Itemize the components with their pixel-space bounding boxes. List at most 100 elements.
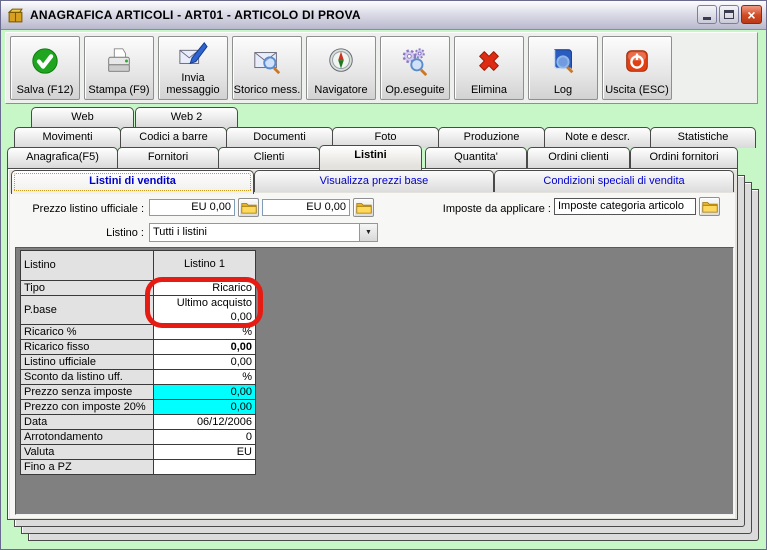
row-value-highlighted[interactable]: 0,00 (154, 400, 255, 414)
tab-codici-a-barre[interactable]: Codici a barre (120, 127, 227, 148)
tab-statistiche[interactable]: Statistiche (650, 127, 756, 148)
tab-anagrafica[interactable]: Anagrafica(F5) (7, 147, 118, 168)
table-row-tipo[interactable]: Tipo Ricarico (21, 280, 255, 295)
table-row-pbase[interactable]: P.base Ultimo acquisto 0,00 (21, 295, 255, 324)
tab-produzione[interactable]: Produzione (438, 127, 545, 148)
row-value[interactable]: 0 (154, 430, 255, 444)
exit-button-label: Uscita (ESC) (605, 84, 669, 96)
tab-quantita[interactable]: Quantita' (425, 147, 527, 168)
imposte-label: Imposte da applicare : (442, 203, 551, 215)
table-row-prezzo-senza-imposte[interactable]: Prezzo senza imposte 0,00 (21, 384, 255, 399)
compass-icon (326, 37, 356, 84)
print-button[interactable]: Stampa (F9) (84, 36, 154, 100)
subtab-listini-di-vendita[interactable]: Listini di vendita (11, 170, 254, 194)
row-value[interactable]: 0,00 (154, 355, 255, 369)
exit-button[interactable]: Uscita (ESC) (602, 36, 672, 100)
book-search-icon (548, 37, 578, 84)
tab-note-e-descr[interactable]: Note e descr. (544, 127, 651, 148)
chevron-down-icon[interactable]: ▼ (359, 224, 377, 241)
save-button-label: Salva (F12) (16, 84, 74, 96)
prezzo-folder-button-2[interactable] (353, 198, 374, 217)
navigator-button-label: Navigatore (314, 84, 368, 96)
table-header-row: Listino Listino 1 (21, 251, 255, 280)
row-value[interactable]: EU (154, 445, 255, 459)
row-value[interactable]: Ricarico (154, 281, 255, 295)
tab-clienti[interactable]: Clienti (218, 147, 320, 168)
maximize-icon (724, 10, 734, 19)
tab-ordini-fornitori[interactable]: Ordini fornitori (630, 147, 738, 168)
row-value[interactable]: % (154, 325, 255, 339)
save-check-icon (30, 37, 60, 84)
toolbar: Salva (F12) Stampa (F9) Invia messaggio … (5, 32, 758, 104)
row-label: Data (21, 415, 154, 429)
minimize-icon (703, 17, 711, 20)
row-value-highlighted[interactable]: 0,00 (154, 385, 255, 399)
gears-search-icon (400, 37, 430, 84)
print-button-label: Stampa (F9) (88, 84, 150, 96)
table-row-valuta[interactable]: Valuta EU (21, 444, 255, 459)
listino-label: Listino : (106, 227, 144, 239)
row-label: Arrotondamento (21, 430, 154, 444)
prezzo-listino-label: Prezzo listino ufficiale : (32, 203, 144, 215)
row-value[interactable]: 0,00 (154, 340, 255, 354)
tab-ordini-clienti[interactable]: Ordini clienti (527, 147, 630, 168)
message-search-icon (252, 37, 282, 84)
imposte-input[interactable]: Imposte categoria articolo (554, 198, 696, 215)
log-button[interactable]: Log (528, 36, 598, 100)
tab-web-2[interactable]: Web 2 (135, 107, 238, 128)
tab-movimenti[interactable]: Movimenti (14, 127, 121, 148)
tab-fornitori[interactable]: Fornitori (117, 147, 219, 168)
imposte-folder-button[interactable] (699, 197, 720, 216)
title-bar[interactable]: ANAGRAFICA ARTICOLI - ART01 - ARTICOLO D… (1, 1, 766, 30)
column-header-cell: Listino 1 (154, 251, 255, 280)
message-history-button[interactable]: Storico mess. (232, 36, 302, 100)
listino-dropdown[interactable]: Tutti i listini ▼ (149, 223, 378, 242)
table-row-arrotondamento[interactable]: Arrotondamento 0 (21, 429, 255, 444)
navigator-button[interactable]: Navigatore (306, 36, 376, 100)
row-label: Prezzo senza imposte (21, 385, 154, 399)
row-label: Tipo (21, 281, 154, 295)
prezzo-folder-button-1[interactable] (238, 198, 259, 217)
prezzo-listino-input-2[interactable]: EU 0,00 (262, 199, 350, 216)
send-message-button[interactable]: Invia messaggio (158, 36, 228, 100)
delete-button[interactable]: Elimina (454, 36, 524, 100)
message-history-button-label: Storico mess. (233, 84, 301, 96)
minimize-button[interactable] (697, 5, 717, 24)
subtab-condizioni-speciali[interactable]: Condizioni speciali di vendita (494, 170, 734, 192)
tab-web[interactable]: Web (31, 107, 134, 128)
table-row-fino-a-pz[interactable]: Fino a PZ (21, 459, 255, 474)
row-label: Sconto da listino uff. (21, 370, 154, 384)
save-button[interactable]: Salva (F12) (10, 36, 80, 100)
row-value[interactable]: % (154, 370, 255, 384)
tab-documenti[interactable]: Documenti (226, 127, 333, 148)
close-button[interactable]: × (741, 5, 762, 24)
operations-button[interactable]: Op.eseguite (380, 36, 450, 100)
gold-package-icon (7, 8, 23, 22)
window-title: ANAGRAFICA ARTICOLI - ART01 - ARTICOLO D… (30, 8, 361, 22)
row-value[interactable]: 06/12/2006 (154, 415, 255, 429)
row-value[interactable] (154, 460, 255, 474)
table-row-listino-ufficiale[interactable]: Listino ufficiale 0,00 (21, 354, 255, 369)
row-label: Ricarico fisso (21, 340, 154, 354)
table-row-ricarico-pct[interactable]: Ricarico % % (21, 324, 255, 339)
send-message-button-label: Invia messaggio (166, 72, 220, 96)
tab-listini-selected[interactable]: Listini (319, 145, 422, 171)
subtab-visualizza-prezzi-base[interactable]: Visualizza prezzi base (254, 170, 494, 192)
printer-icon (104, 37, 134, 84)
table-row-prezzo-con-imposte[interactable]: Prezzo con imposte 20% 0,00 (21, 399, 255, 414)
row-label: Ricarico % (21, 325, 154, 339)
prezzo-listino-input-1[interactable]: EU 0,00 (149, 199, 235, 216)
pbase-value-line1: Ultimo acquisto (176, 297, 252, 309)
listini-table[interactable]: Listino Listino 1 Tipo Ricarico P.base U… (20, 250, 256, 475)
send-message-icon (178, 37, 208, 72)
red-x-icon (474, 37, 504, 84)
power-icon (622, 37, 652, 84)
pbase-value-line2: 0,00 (230, 311, 252, 323)
table-row-data[interactable]: Data 06/12/2006 (21, 414, 255, 429)
row-label: Fino a PZ (21, 460, 154, 474)
row-value[interactable]: Ultimo acquisto 0,00 (154, 296, 255, 324)
table-row-sconto[interactable]: Sconto da listino uff. % (21, 369, 255, 384)
table-row-ricarico-fisso[interactable]: Ricarico fisso 0,00 (21, 339, 255, 354)
corner-header-cell: Listino (21, 251, 154, 280)
maximize-button[interactable] (719, 5, 739, 24)
